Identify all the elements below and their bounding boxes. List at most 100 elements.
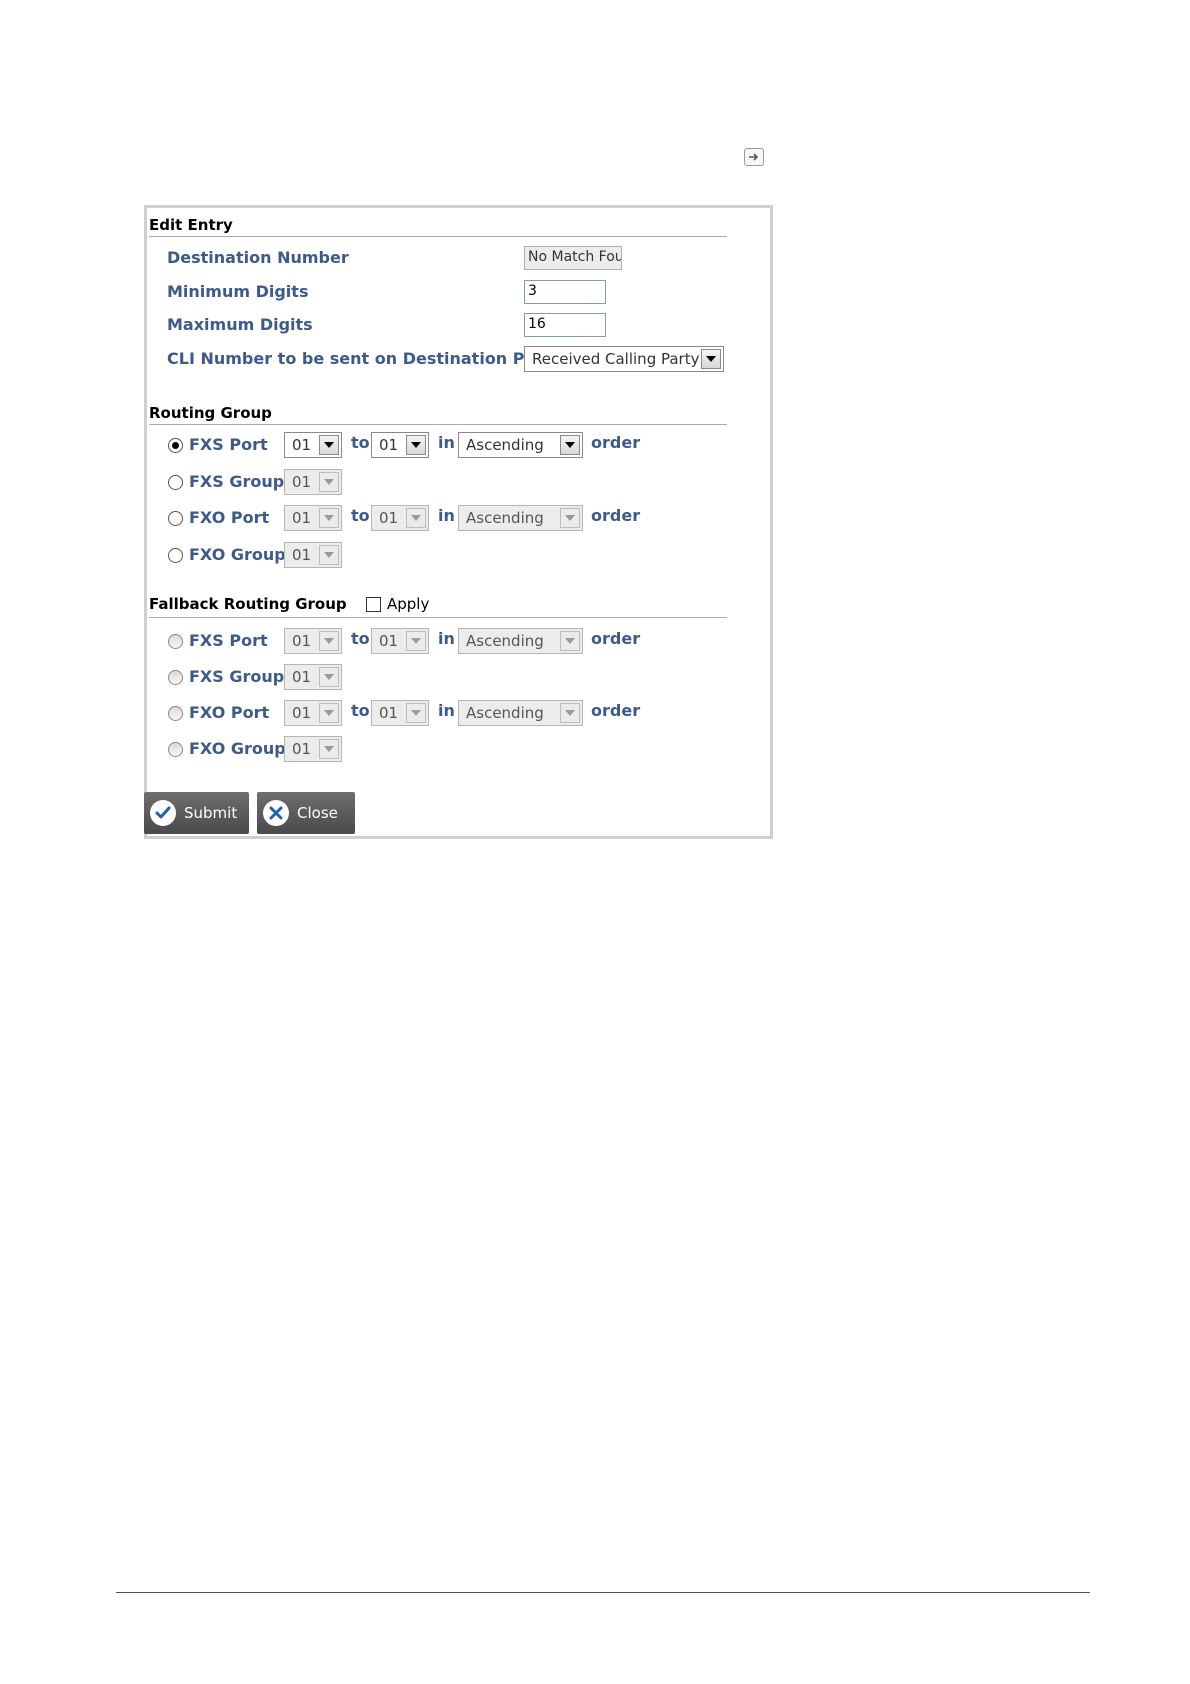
select-value: 01 bbox=[292, 704, 312, 722]
edit-entry-title: Edit Entry bbox=[149, 216, 233, 234]
routing-fxs-group-select[interactable]: 01 bbox=[284, 469, 342, 495]
routing-fxo-port-from-select[interactable]: 01 bbox=[284, 505, 342, 531]
fallback-fxo-port-from-select[interactable]: 01 bbox=[284, 700, 342, 726]
fallback-fxo-port-label: FXO Port bbox=[189, 703, 270, 722]
routing-fxo-port-radio[interactable] bbox=[168, 511, 183, 526]
destination-number-field: No Match Found bbox=[524, 246, 622, 270]
select-value: 01 bbox=[292, 473, 312, 491]
in-label: in bbox=[438, 506, 455, 525]
select-value: Ascending bbox=[466, 632, 544, 650]
in-label: in bbox=[438, 701, 455, 720]
close-button[interactable]: Close bbox=[257, 792, 355, 834]
arrow-right-icon bbox=[749, 153, 759, 161]
minimum-digits-input[interactable]: 3 bbox=[524, 280, 606, 304]
exit-arrow-icon[interactable] bbox=[744, 148, 764, 166]
footer-divider bbox=[116, 1592, 1090, 1593]
fallback-fxs-group-radio[interactable] bbox=[168, 670, 183, 685]
routing-fxs-group-radio[interactable] bbox=[168, 475, 183, 490]
select-value: 01 bbox=[292, 546, 312, 564]
order-label: order bbox=[591, 506, 641, 525]
close-button-label: Close bbox=[297, 804, 338, 822]
x-glyph-icon bbox=[269, 806, 283, 820]
chevron-down-icon bbox=[560, 703, 580, 723]
select-value: 01 bbox=[379, 704, 399, 722]
fallback-fxs-port-radio[interactable] bbox=[168, 634, 183, 649]
routing-fxo-group-radio[interactable] bbox=[168, 548, 183, 563]
fallback-fxs-group-select[interactable]: 01 bbox=[284, 664, 342, 690]
fallback-fxs-port-order-select[interactable]: Ascending bbox=[458, 628, 583, 654]
chevron-down-icon bbox=[560, 508, 580, 528]
in-label: in bbox=[438, 433, 455, 452]
chevron-down-icon bbox=[319, 631, 339, 651]
edit-entry-panel: Edit Entry Destination Number No Match F… bbox=[144, 205, 773, 839]
order-label: order bbox=[591, 433, 641, 452]
minimum-digits-label: Minimum Digits bbox=[167, 282, 309, 301]
cli-number-value: Received Calling Party bbox=[532, 350, 700, 368]
select-value: 01 bbox=[292, 436, 312, 454]
routing-fxs-port-from-select[interactable]: 01 bbox=[284, 432, 342, 458]
to-label: to bbox=[351, 701, 370, 720]
routing-fxs-port-radio[interactable] bbox=[168, 438, 183, 453]
fallback-fxo-group-select[interactable]: 01 bbox=[284, 736, 342, 762]
select-value: Ascending bbox=[466, 436, 544, 454]
cli-number-select[interactable]: Received Calling Party bbox=[524, 346, 724, 372]
chevron-down-icon bbox=[319, 739, 339, 759]
chevron-down-icon bbox=[406, 508, 426, 528]
fallback-fxo-group-label: FXO Group bbox=[189, 739, 286, 758]
divider bbox=[149, 617, 727, 618]
fallback-apply-label: Apply bbox=[387, 595, 430, 613]
select-value: Ascending bbox=[466, 704, 544, 722]
routing-fxs-port-order-select[interactable]: Ascending bbox=[458, 432, 583, 458]
fallback-fxo-port-to-select[interactable]: 01 bbox=[371, 700, 429, 726]
chevron-down-icon bbox=[319, 545, 339, 565]
select-value: 01 bbox=[292, 740, 312, 758]
chevron-down-icon bbox=[319, 435, 339, 455]
routing-fxs-port-label: FXS Port bbox=[189, 435, 268, 454]
check-glyph-icon bbox=[155, 806, 171, 819]
select-value: 01 bbox=[379, 509, 399, 527]
fallback-fxo-port-order-select[interactable]: Ascending bbox=[458, 700, 583, 726]
chevron-down-icon bbox=[560, 631, 580, 651]
check-icon bbox=[150, 800, 176, 826]
select-value: Ascending bbox=[466, 509, 544, 527]
to-label: to bbox=[351, 433, 370, 452]
divider bbox=[149, 236, 727, 237]
chevron-down-icon bbox=[406, 703, 426, 723]
submit-button[interactable]: Submit bbox=[144, 792, 249, 834]
chevron-down-icon bbox=[319, 508, 339, 528]
divider bbox=[149, 424, 727, 425]
select-value: 01 bbox=[379, 436, 399, 454]
chevron-down-icon bbox=[319, 667, 339, 687]
select-value: 01 bbox=[379, 632, 399, 650]
to-label: to bbox=[351, 506, 370, 525]
routing-fxo-port-order-select[interactable]: Ascending bbox=[458, 505, 583, 531]
select-value: 01 bbox=[292, 509, 312, 527]
chevron-down-icon bbox=[406, 631, 426, 651]
destination-number-label: Destination Number bbox=[167, 248, 349, 267]
fallback-fxs-group-label: FXS Group bbox=[189, 667, 285, 686]
maximum-digits-label: Maximum Digits bbox=[167, 315, 313, 334]
chevron-down-icon bbox=[319, 472, 339, 492]
routing-fxo-group-select[interactable]: 01 bbox=[284, 542, 342, 568]
fallback-apply-checkbox[interactable] bbox=[366, 597, 381, 612]
cli-number-label: CLI Number to be sent on Destination Por… bbox=[167, 349, 552, 368]
submit-button-label: Submit bbox=[184, 804, 238, 822]
routing-fxs-port-to-select[interactable]: 01 bbox=[371, 432, 429, 458]
maximum-digits-input[interactable]: 16 bbox=[524, 313, 606, 337]
routing-group-title: Routing Group bbox=[149, 404, 272, 422]
chevron-down-icon bbox=[319, 703, 339, 723]
select-value: 01 bbox=[292, 668, 312, 686]
fallback-fxs-port-label: FXS Port bbox=[189, 631, 268, 650]
order-label: order bbox=[591, 629, 641, 648]
routing-fxo-group-label: FXO Group bbox=[189, 545, 286, 564]
fallback-fxs-port-from-select[interactable]: 01 bbox=[284, 628, 342, 654]
close-x-icon bbox=[263, 800, 289, 826]
fallback-fxs-port-to-select[interactable]: 01 bbox=[371, 628, 429, 654]
select-value: 01 bbox=[292, 632, 312, 650]
fallback-fxo-port-radio[interactable] bbox=[168, 706, 183, 721]
to-label: to bbox=[351, 629, 370, 648]
fallback-fxo-group-radio[interactable] bbox=[168, 742, 183, 757]
order-label: order bbox=[591, 701, 641, 720]
routing-fxo-port-to-select[interactable]: 01 bbox=[371, 505, 429, 531]
chevron-down-icon bbox=[406, 435, 426, 455]
